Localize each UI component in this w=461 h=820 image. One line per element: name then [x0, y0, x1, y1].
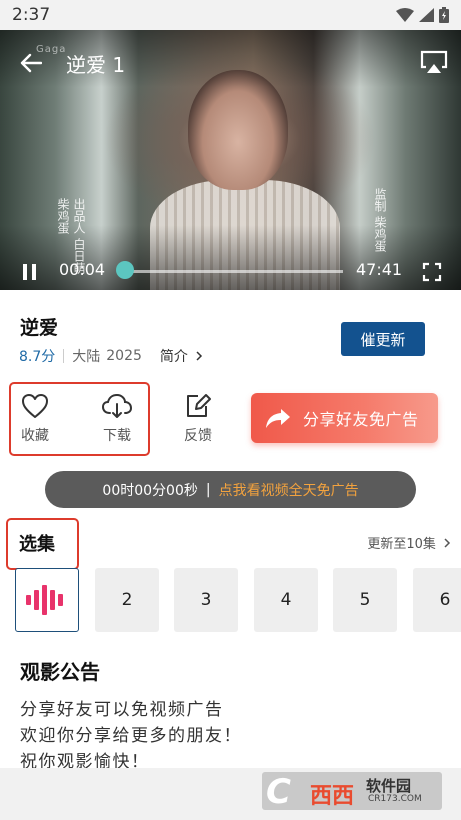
status-time: 2:37 — [12, 5, 51, 25]
episode-item-1[interactable] — [15, 568, 79, 632]
status-icons — [396, 7, 449, 23]
show-meta: 8.7分 大陆 2025 简介 — [19, 346, 203, 366]
share-button[interactable]: 分享好友免广告 — [251, 393, 438, 443]
ad-promo-link[interactable]: 点我看视频全天免广告 — [219, 480, 359, 500]
cloud-download-icon — [101, 393, 133, 418]
cellular-icon — [419, 8, 434, 22]
wifi-icon — [396, 8, 414, 22]
video-credit-right: 监制 柴鸡蛋 — [373, 188, 387, 252]
progress-thumb[interactable] — [116, 261, 134, 279]
show-title: 逆爱 — [20, 317, 59, 339]
notice-line: 分享好友可以免视频广告 — [20, 700, 224, 720]
arrow-left-icon — [20, 53, 42, 73]
episode-item-6[interactable]: 6 — [413, 568, 461, 632]
notice-line: 欢迎你分享给更多的朋友！ — [20, 726, 242, 746]
urge-update-button[interactable]: 催更新 — [341, 322, 425, 356]
current-time: 00:04 — [59, 260, 106, 279]
player-controls: 00:04 47:41 — [0, 255, 461, 289]
fullscreen-button[interactable] — [422, 262, 442, 282]
duration: 47:41 — [356, 260, 403, 279]
back-button[interactable] — [16, 50, 46, 76]
feedback-button[interactable]: 反馈 — [173, 393, 223, 445]
ad-timer: 00时00分00秒 — [102, 482, 198, 499]
video-player[interactable]: Gaga 出品人 白日萌 柴鸡蛋 监制 柴鸡蛋 逆爱 1 00:04 47:41 — [0, 30, 461, 290]
download-button[interactable]: 下载 — [92, 393, 142, 445]
episode-item-3[interactable]: 3 — [174, 568, 238, 632]
heart-icon — [22, 394, 48, 418]
ad-free-banner[interactable]: 00时00分00秒 | 点我看视频全天免广告 — [45, 471, 416, 508]
favorite-button[interactable]: 收藏 — [10, 393, 60, 445]
status-bar: 2:37 — [0, 0, 461, 30]
rating: 8.7分 — [19, 349, 56, 365]
cast-button[interactable] — [419, 48, 449, 76]
site-watermark-logo: C 西西 软件园 CR173.COM — [262, 772, 442, 810]
episode-item-2[interactable]: 2 — [95, 568, 159, 632]
share-arrow-icon — [266, 409, 290, 428]
playing-equalizer-icon — [26, 585, 63, 615]
chevron-right-icon — [196, 351, 203, 361]
player-title: 逆爱 1 — [66, 53, 126, 77]
episodes-update-link[interactable]: 更新至10集 — [367, 533, 451, 552]
pause-button[interactable] — [20, 261, 40, 283]
edit-icon — [187, 394, 211, 417]
region: 大陆 — [72, 349, 101, 365]
episodes-title: 选集 — [19, 534, 55, 555]
airplay-icon — [420, 50, 448, 73]
year: 2025 — [106, 348, 142, 364]
episode-item-5[interactable]: 5 — [333, 568, 397, 632]
pause-icon — [23, 264, 36, 280]
battery-icon — [439, 7, 449, 23]
notice-title: 观影公告 — [20, 660, 100, 684]
chevron-right-icon — [444, 538, 451, 548]
progress-track[interactable] — [125, 270, 343, 273]
fullscreen-icon — [422, 262, 442, 282]
episode-item-4[interactable]: 4 — [254, 568, 318, 632]
intro-link[interactable]: 简介 — [160, 346, 203, 366]
